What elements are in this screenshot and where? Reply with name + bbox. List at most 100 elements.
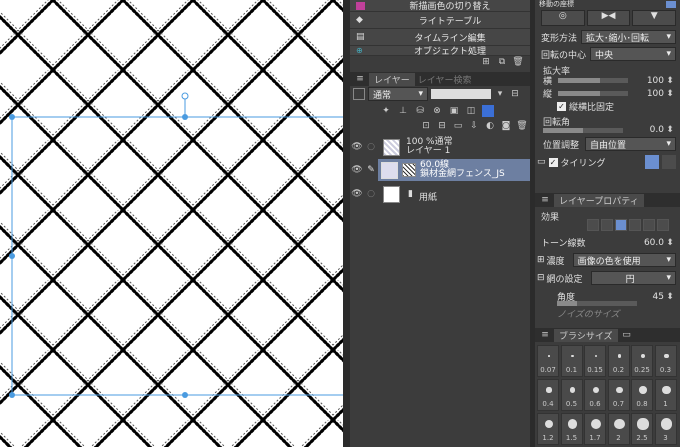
tab-layer[interactable]: レイヤー xyxy=(369,72,415,86)
layer-row-2-selected[interactable]: 👁 ✎ 60.0線 鎖材金網フェンス_JS xyxy=(350,159,530,181)
brush-size-cell[interactable]: 1.7 xyxy=(584,413,606,445)
rotation-center-select[interactable]: 中央 ▾ xyxy=(590,47,676,61)
brush-size-cell[interactable]: 0.07 xyxy=(537,345,559,377)
collapse-icon[interactable]: ⊟ xyxy=(537,273,545,283)
menu-item-timeline[interactable]: ▤ タイムライン編集 xyxy=(350,29,530,46)
flip-h-icon[interactable]: ▶◀ xyxy=(586,10,631,26)
new-folder-icon[interactable]: ▭ xyxy=(452,120,464,132)
rotate-slider[interactable] xyxy=(543,127,623,133)
edit-icon[interactable]: ○ xyxy=(364,189,378,199)
menu-item-color-switch[interactable]: 新描画色の切り替え xyxy=(350,0,530,12)
panel-menu-icon[interactable]: ≡ xyxy=(539,194,551,206)
brush-size-cell[interactable]: 1 xyxy=(654,379,677,411)
brush-dot-icon xyxy=(637,418,649,430)
spin-icon[interactable]: ⬍ xyxy=(664,88,676,100)
lock-pixel-icon[interactable]: ⊗ xyxy=(431,105,443,117)
reference-icon[interactable]: ⛁ xyxy=(414,105,426,117)
layer-color-icon[interactable] xyxy=(353,88,365,100)
aspect-lock-checkbox[interactable]: ✓ xyxy=(557,102,566,111)
brush-size-cell[interactable]: 0.15 xyxy=(584,345,606,377)
transform-header: 移動の座標 xyxy=(539,0,676,8)
brush-size-cell[interactable]: 0.1 xyxy=(560,345,583,377)
density-row: ⊞ 濃度 画像の色を使用 ▾ xyxy=(537,253,676,267)
tiling-checkbox[interactable]: ✓ xyxy=(548,157,558,167)
lock-icon[interactable]: ⊟ xyxy=(509,88,521,100)
new-vector-icon[interactable]: ⊟ xyxy=(436,120,448,132)
pen-icon[interactable]: ✎ xyxy=(364,165,378,175)
mask-icon[interactable]: ▣ xyxy=(448,105,460,117)
brush-size-cell[interactable]: 3 xyxy=(654,413,677,445)
effect-icon[interactable] xyxy=(629,219,641,231)
tab-layer-search[interactable]: レイヤー検索 xyxy=(418,73,472,86)
position-select[interactable]: 自由位置 ▾ xyxy=(585,137,676,151)
density-select[interactable]: 画像の色を使用 ▾ xyxy=(572,253,676,267)
collapse-icon[interactable]: ▭ xyxy=(537,157,546,167)
layer-row-3[interactable]: 👁 ○ ▮ 用紙 xyxy=(350,183,530,205)
spin-icon[interactable]: ⬍ xyxy=(664,237,676,249)
brush-size-cell[interactable]: 0.3 xyxy=(654,345,677,377)
trash-icon[interactable]: 🗑 xyxy=(512,56,524,68)
ruler-icon[interactable]: ◫ xyxy=(465,105,477,117)
effect-icon[interactable] xyxy=(643,219,655,231)
panel-menu-icon[interactable]: ≡ xyxy=(354,73,366,85)
brush-size-cell[interactable]: 1.5 xyxy=(560,413,583,445)
panel-menu-icon[interactable]: ≡ xyxy=(539,329,551,341)
trash-icon[interactable]: 🗑 xyxy=(516,120,528,132)
brush-size-label: 2 xyxy=(616,434,621,442)
effect-icon[interactable] xyxy=(601,219,613,231)
width-slider[interactable] xyxy=(558,78,629,83)
brush-size-cell[interactable]: 2 xyxy=(607,413,630,445)
brush-size-cell[interactable]: 0.8 xyxy=(631,379,653,411)
blend-mode-select[interactable]: 通常 ▾ xyxy=(368,87,428,101)
brush-size-cell[interactable]: 0.7 xyxy=(607,379,630,411)
menu-item-object[interactable]: ⊕ オブジェクト処理 xyxy=(350,46,530,56)
transform-method-select[interactable]: 拡大･縮小･回転 ▾ xyxy=(581,30,676,44)
copy-icon[interactable]: ⧉ xyxy=(496,56,508,68)
eye-icon[interactable]: 👁 xyxy=(350,189,364,199)
brush-size-cell[interactable]: 0.2 xyxy=(607,345,630,377)
eye-icon[interactable]: 👁 xyxy=(350,165,364,175)
opacity-slider[interactable] xyxy=(431,89,491,99)
brush-size-cell[interactable]: 0.4 xyxy=(537,379,559,411)
middle-panel: 新描画色の切り替え ◆ ライトテーブル ▤ タイムライン編集 ⊕ オブジェクト処… xyxy=(350,0,530,447)
brush-size-cell[interactable]: 0.6 xyxy=(584,379,606,411)
add-icon[interactable]: ⊞ xyxy=(480,56,492,68)
brush-size-cell[interactable]: 2.5 xyxy=(631,413,653,445)
spin-icon[interactable]: ⬍ xyxy=(664,75,676,87)
spin-icon[interactable]: ⬍ xyxy=(664,124,676,136)
new-raster-icon[interactable]: ⊡ xyxy=(420,120,432,132)
height-slider[interactable] xyxy=(558,91,629,96)
menu-item-lighttable[interactable]: ◆ ライトテーブル xyxy=(350,12,530,29)
chevron-down-icon[interactable]: ▾ xyxy=(494,88,506,100)
pin-icon[interactable]: ✦ xyxy=(380,105,392,117)
layer-thumbnail xyxy=(381,161,398,179)
merge-icon[interactable]: ◐ xyxy=(484,120,496,132)
spin-icon[interactable]: ⬍ xyxy=(664,291,676,303)
brush-size-cell[interactable]: 1.2 xyxy=(537,413,559,445)
expand-icon[interactable]: ⊞ xyxy=(537,255,545,265)
tab-icon[interactable]: ▭ xyxy=(621,329,633,341)
edit-icon[interactable]: ○ xyxy=(364,142,378,152)
effect-icon[interactable] xyxy=(657,219,669,231)
layer-row-1[interactable]: 👁 ○ 100 %通常 レイヤー 1 xyxy=(350,136,530,158)
effect-icon[interactable] xyxy=(587,219,599,231)
timeline-icon: ▤ xyxy=(356,32,365,42)
angle-slider[interactable] xyxy=(557,301,637,306)
canvas-splitter[interactable] xyxy=(343,0,350,447)
rotate-icon[interactable]: ◎ xyxy=(541,10,585,26)
eye-icon[interactable]: 👁 xyxy=(350,142,364,152)
brush-dot-icon xyxy=(662,385,671,395)
mode-icon[interactable] xyxy=(666,0,676,8)
tiling-mode-icon[interactable] xyxy=(662,155,676,169)
tone-effect-icon[interactable] xyxy=(615,219,627,231)
brush-size-cell[interactable]: 0.5 xyxy=(560,379,583,411)
flip-v-icon[interactable]: ▼ xyxy=(632,10,677,26)
clip-icon[interactable]: ⊥ xyxy=(397,105,409,117)
dot-shape-select[interactable]: 円 ▾ xyxy=(590,271,676,285)
color-icon[interactable] xyxy=(482,105,494,117)
canvas[interactable] xyxy=(0,0,343,447)
brush-size-cell[interactable]: 0.25 xyxy=(631,345,653,377)
mask-add-icon[interactable]: ◙ xyxy=(500,120,512,132)
transfer-icon[interactable]: ⇩ xyxy=(468,120,480,132)
tiling-mode-icon[interactable] xyxy=(645,155,659,169)
